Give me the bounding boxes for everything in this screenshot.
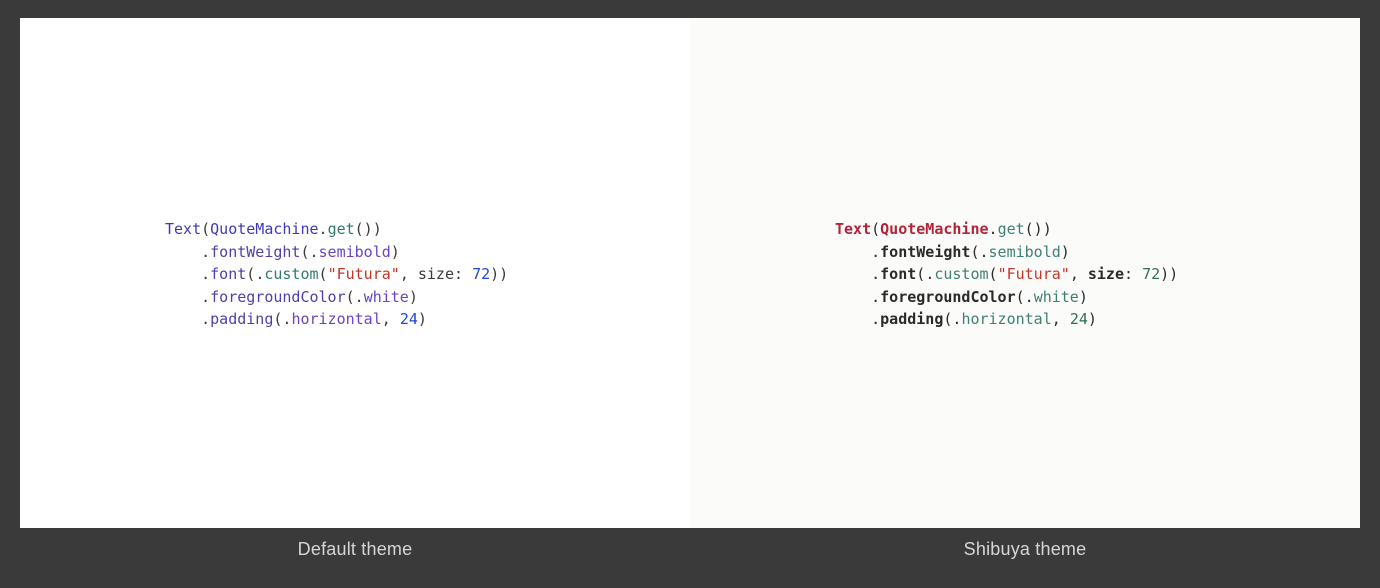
token-punc: ( [346, 288, 355, 306]
token-modifier: padding [880, 310, 943, 328]
shibuya-theme-label: Shibuya theme [690, 539, 1360, 560]
default-theme-label: Default theme [20, 539, 690, 560]
token-indent [835, 265, 871, 283]
token-punc: . [925, 265, 934, 283]
token-string: "Futura" [328, 265, 400, 283]
token-punc: . [871, 310, 880, 328]
token-punc: . [201, 288, 210, 306]
token-arg: size [1088, 265, 1124, 283]
token-punc: : [454, 265, 472, 283]
token-punc: , [400, 265, 418, 283]
code-block-default: Text(QuoteMachine.get()) .fontWeight(.se… [165, 218, 690, 331]
token-method: get [998, 220, 1025, 238]
token-punc: , [382, 310, 400, 328]
token-indent [165, 310, 201, 328]
token-punc: ( [989, 265, 998, 283]
token-punc: () [1025, 220, 1043, 238]
token-punc: , [1052, 310, 1070, 328]
token-enum: white [364, 288, 409, 306]
token-number: 72 [472, 265, 490, 283]
token-indent [835, 288, 871, 306]
token-punc: . [319, 220, 328, 238]
token-indent [165, 265, 201, 283]
token-modifier: foregroundColor [880, 288, 1015, 306]
labels-row: Default theme Shibuya theme [0, 528, 1380, 570]
token-punc: ) [490, 265, 499, 283]
token-punc: . [871, 265, 880, 283]
token-punc: ) [499, 265, 508, 283]
token-punc: ) [373, 220, 382, 238]
token-indent [165, 288, 201, 306]
token-modifier: fontWeight [210, 243, 300, 261]
token-enum: semibold [319, 243, 391, 261]
token-punc: ( [916, 265, 925, 283]
token-punc: ) [1169, 265, 1178, 283]
token-punc: ( [1016, 288, 1025, 306]
token-punc: . [355, 288, 364, 306]
token-enum: horizontal [291, 310, 381, 328]
token-modifier: fontWeight [880, 243, 970, 261]
token-punc: ( [970, 243, 979, 261]
token-punc: . [255, 265, 264, 283]
token-punc: ) [1061, 243, 1070, 261]
token-indent [835, 310, 871, 328]
token-type: QuoteMachine [210, 220, 318, 238]
token-punc: : [1124, 265, 1142, 283]
token-method: custom [934, 265, 988, 283]
comparison-container: Text(QuoteMachine.get()) .fontWeight(.se… [0, 0, 1380, 528]
token-punc: ( [871, 220, 880, 238]
token-type: QuoteMachine [880, 220, 988, 238]
token-punc: ( [246, 265, 255, 283]
token-punc: . [201, 310, 210, 328]
token-punc: . [980, 243, 989, 261]
token-method: get [328, 220, 355, 238]
token-punc: . [871, 288, 880, 306]
token-enum: white [1034, 288, 1079, 306]
token-punc: . [201, 243, 210, 261]
token-type: Text [165, 220, 201, 238]
token-modifier: font [880, 265, 916, 283]
token-indent [165, 243, 201, 261]
token-punc: () [355, 220, 373, 238]
shibuya-theme-panel: Text(QuoteMachine.get()) .fontWeight(.se… [690, 18, 1360, 528]
token-punc: . [201, 265, 210, 283]
code-block-shibuya: Text(QuoteMachine.get()) .fontWeight(.se… [835, 218, 1360, 331]
token-modifier: foregroundColor [210, 288, 345, 306]
token-enum: semibold [989, 243, 1061, 261]
token-punc: . [1025, 288, 1034, 306]
token-type: Text [835, 220, 871, 238]
token-string: "Futura" [998, 265, 1070, 283]
token-punc: . [871, 243, 880, 261]
token-number: 72 [1142, 265, 1160, 283]
token-punc: ( [201, 220, 210, 238]
token-arg: size [418, 265, 454, 283]
token-punc: ) [391, 243, 400, 261]
token-punc: . [310, 243, 319, 261]
token-modifier: font [210, 265, 246, 283]
token-punc: ( [319, 265, 328, 283]
token-punc: ) [1088, 310, 1097, 328]
token-punc: , [1070, 265, 1088, 283]
token-punc: ) [418, 310, 427, 328]
token-punc: ) [1043, 220, 1052, 238]
token-number: 24 [400, 310, 418, 328]
token-indent [835, 243, 871, 261]
token-modifier: padding [210, 310, 273, 328]
token-punc: ) [1079, 288, 1088, 306]
token-punc: ) [409, 288, 418, 306]
token-enum: horizontal [961, 310, 1051, 328]
default-theme-panel: Text(QuoteMachine.get()) .fontWeight(.se… [20, 18, 690, 528]
token-punc: ( [300, 243, 309, 261]
token-number: 24 [1070, 310, 1088, 328]
token-method: custom [264, 265, 318, 283]
token-punc: . [989, 220, 998, 238]
token-punc: ) [1160, 265, 1169, 283]
